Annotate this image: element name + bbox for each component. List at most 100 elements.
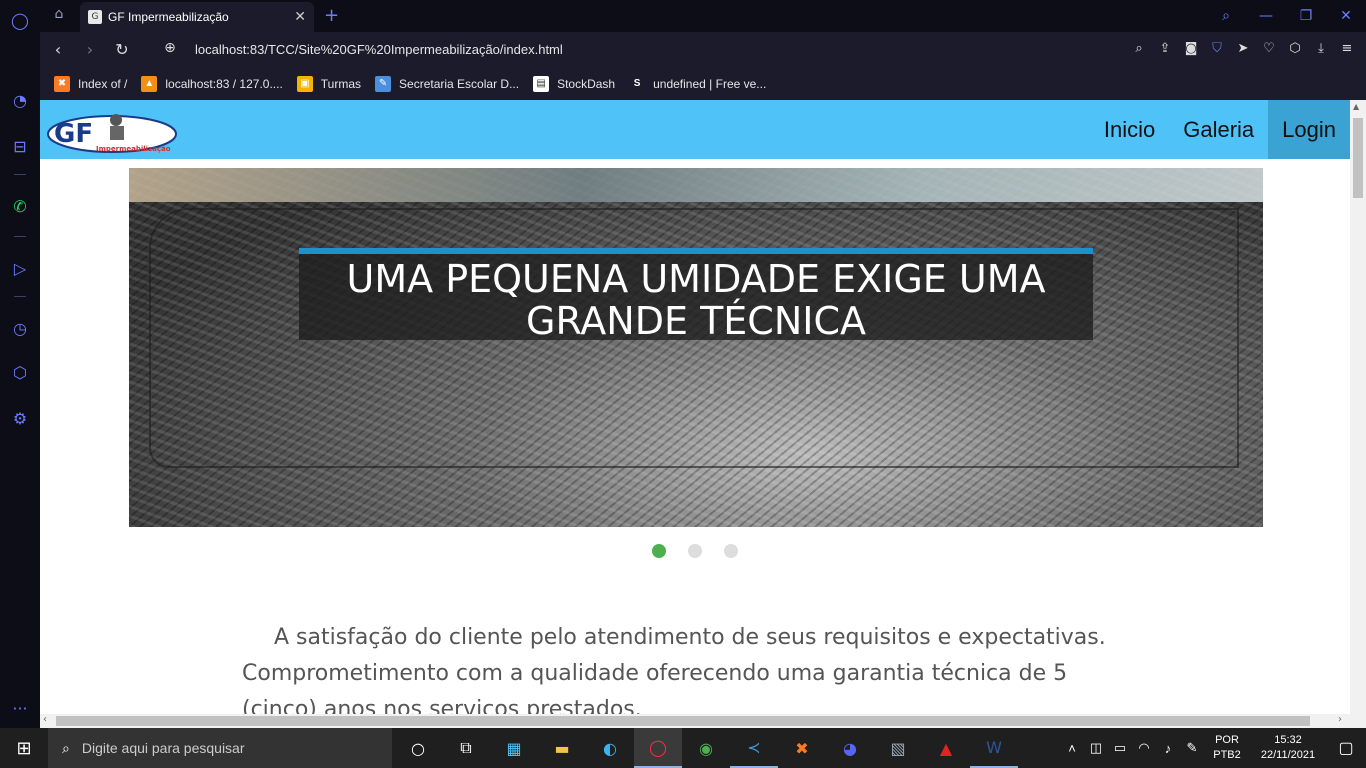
nav-login[interactable]: Login [1268,100,1350,159]
slide-image-top [129,168,1263,202]
scroll-right-icon[interactable]: › [1338,714,1342,725]
taskbar-search-placeholder: Digite aqui para pesquisar [81,740,245,756]
history-icon[interactable]: ◷ [10,318,30,338]
shopping-icon[interactable]: ⊟ [10,136,30,156]
show-hidden-icons-icon[interactable]: ˄ [1060,741,1084,756]
opera-taskbar-icon[interactable]: ◯ [634,728,682,768]
whatsapp-icon[interactable]: ✆ [10,196,30,216]
opera-logo-icon[interactable]: ◯ [10,10,30,30]
horizontal-scroll-thumb[interactable] [56,716,1310,726]
player-icon[interactable]: ▷ [10,258,30,278]
clock-time: 15:32 [1274,734,1302,746]
slider-dot-1[interactable] [652,544,666,558]
caption-line-1: UMA PEQUENA UMIDADE EXIGE UMA [346,257,1046,301]
network-icon[interactable]: ◠ [1132,740,1156,756]
taskbar-search[interactable]: ⌕ Digite aqui para pesquisar [48,728,392,768]
sidebar-divider [14,174,26,175]
search-icon[interactable]: ⌕ [1130,40,1148,58]
horizontal-scrollbar[interactable]: ‹ › [40,714,1350,728]
workspace-icon[interactable]: ⌂ [48,6,70,26]
clock[interactable]: 15:32 22/11/2021 [1250,733,1326,763]
bookmark-item[interactable]: ✖ Index of / [54,76,127,92]
camera-icon[interactable]: ◙ [1182,40,1200,58]
vertical-scroll-thumb[interactable] [1353,118,1363,198]
tab-active[interactable]: G GF Impermeabilização ✕ [80,2,314,32]
tab-title: GF Impermeabilização [108,10,229,24]
site-info-icon[interactable]: ⊕ [160,40,180,56]
acrobat-icon[interactable]: ▲ [922,728,970,768]
workbench-icon[interactable]: ▧ [874,728,922,768]
meet-now-icon[interactable]: ◫ [1084,740,1108,756]
bookmark-label: undefined | Free ve... [653,77,767,91]
search-icon: ⌕ [62,739,70,756]
nav-galeria[interactable]: Galeria [1169,100,1268,159]
cortana-icon[interactable]: ○ [394,728,442,768]
opera-sidebar: ◯ ◔ ⊟ ✆ ▷ ◷ ⬡ ⚙ ··· [0,0,40,728]
tab-search-icon[interactable]: ⌕ [1206,8,1246,24]
site-logo[interactable]: GF Impermeabilização [46,110,178,154]
windows-start-icon[interactable]: ⊞ [0,728,48,768]
pen-icon[interactable]: ✎ [1180,740,1204,756]
forward-icon[interactable]: › [80,40,100,59]
scroll-up-icon[interactable]: ▲ [1353,102,1359,111]
download-icon[interactable]: ⤓ [1312,40,1330,58]
nav-inicio[interactable]: Inicio [1090,100,1169,159]
slider-dot-2[interactable] [688,544,702,558]
bookmark-item[interactable]: ▲ localhost:83 / 127.0.... [141,76,283,92]
language-indicator[interactable]: POR PTB2 [1204,733,1250,763]
notifications-icon[interactable]: ▢ [1326,738,1366,758]
bookmark-item[interactable]: ▣ Turmas [296,76,362,92]
battery-icon[interactable]: ▭ [1108,740,1132,756]
restore-icon[interactable]: ❐ [1286,8,1326,24]
sidebar-divider [14,296,26,297]
url-field[interactable]: localhost:83/TCC/Site%20GF%20Impermeabil… [195,42,563,57]
caption-line-2: GRANDE TÉCNICA [526,299,866,343]
file-explorer-icon[interactable]: ▬ [538,728,586,768]
window-controls: ⌕ — ❐ ✕ [1206,0,1366,32]
keyboard-layout: PTB2 [1213,749,1241,761]
minimize-icon[interactable]: — [1246,8,1286,24]
bookmark-label: Turmas [320,77,362,91]
speed-dial-icon[interactable]: ◔ [10,90,30,110]
vertical-scrollbar[interactable]: ▲ [1350,100,1366,728]
bookmark-label: localhost:83 / 127.0.... [165,77,283,91]
share-icon[interactable]: ⇪ [1156,40,1174,58]
settings-icon[interactable]: ⚙ [10,408,30,428]
edge-icon[interactable]: ◐ [586,728,634,768]
xampp-icon[interactable]: ✖ [778,728,826,768]
site-favicon-icon: G [88,10,102,24]
word-icon[interactable]: W [970,728,1018,768]
discord-icon[interactable]: ◕ [826,728,874,768]
reload-icon[interactable]: ↻ [112,40,132,59]
easy-setup-icon[interactable]: ≡ [1338,40,1356,58]
main-nav: Inicio Galeria Login [1090,100,1350,159]
system-tray: ˄ ◫ ▭ ◠ ♪ ✎ POR PTB2 15:32 22/11/2021 ▢ [1060,728,1366,768]
chrome-icon[interactable]: ◉ [682,728,730,768]
sidebar-divider [14,236,26,237]
hero-slider[interactable]: UMA PEQUENA UMIDADE EXIGE UMA GRANDE TÉC… [129,168,1263,527]
extensions-icon[interactable]: ⬡ [10,362,30,382]
more-icon[interactable]: ··· [10,698,30,718]
cube-icon[interactable]: ⬡ [1286,40,1304,58]
send-icon[interactable]: ➤ [1234,40,1252,58]
slider-dot-3[interactable] [724,544,738,558]
task-view-icon[interactable]: ⧉ [442,728,490,768]
store-icon[interactable]: ▦ [490,728,538,768]
bookmark-item[interactable]: S undefined | Free ve... [629,76,766,92]
bookmark-item[interactable]: ✎ Secretaria Escolar D... [375,76,519,92]
scroll-left-icon[interactable]: ‹ [43,714,47,725]
close-tab-icon[interactable]: ✕ [294,9,306,25]
close-window-icon[interactable]: ✕ [1326,8,1366,24]
slide-caption: UMA PEQUENA UMIDADE EXIGE UMA GRANDE TÉC… [299,248,1093,343]
bookmark-label: Index of / [78,77,128,91]
heart-icon[interactable]: ♡ [1260,40,1278,58]
phpmyadmin-icon: ▲ [141,76,158,92]
bookmark-item[interactable]: ▤ StockDash [533,76,615,92]
back-icon[interactable]: ‹ [48,40,68,59]
volume-icon[interactable]: ♪ [1156,741,1180,756]
logo-text: GF [54,119,93,149]
bookmarks-bar: ✖ Index of / ▲ localhost:83 / 127.0.... … [40,68,1366,100]
vscode-icon[interactable]: ≺ [730,728,778,768]
vpn-shield-icon[interactable]: ⛉ [1208,40,1226,58]
new-tab-icon[interactable]: + [324,5,339,26]
